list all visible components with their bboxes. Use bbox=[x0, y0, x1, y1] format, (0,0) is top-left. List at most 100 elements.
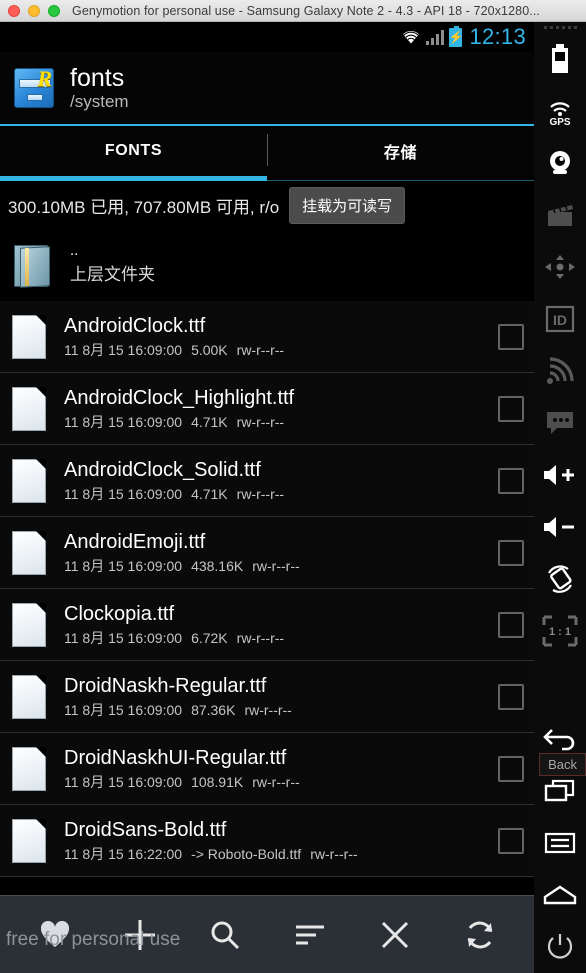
file-permissions: rw-r--r-- bbox=[236, 341, 285, 358]
file-name: DroidNaskhUI-Regular.ttf bbox=[64, 746, 287, 769]
file-date: 11 8月 15 16:09:00 bbox=[64, 341, 183, 358]
parent-directory-label: 上层文件夹 bbox=[70, 265, 155, 284]
close-x-icon[interactable] bbox=[367, 907, 423, 963]
drag-handle-icon[interactable] bbox=[543, 26, 577, 29]
minimize-window-button[interactable] bbox=[28, 4, 40, 17]
tab-indicator-inactive bbox=[267, 176, 534, 181]
wifi-icon bbox=[401, 29, 421, 45]
table-row[interactable]: DroidNaskh-Regular.ttf 11 8月 15 16:09:00… bbox=[0, 661, 534, 733]
device-screen: ⚡ 12:13 R fonts /system FONTS 存储 300.10M… bbox=[0, 22, 534, 973]
storage-info-text: 300.10MB 已用, 707.80MB 可用, r/o bbox=[8, 197, 280, 217]
file-permissions: rw-r--r-- bbox=[252, 773, 300, 790]
tab-indicator-active bbox=[0, 176, 267, 181]
tab-storage[interactable]: 存储 bbox=[267, 126, 534, 176]
window-title: Genymotion for personal use - Samsung Ga… bbox=[72, 3, 540, 18]
file-details: 11 8月 15 16:09:00 87.36K rw-r--r-- bbox=[64, 702, 484, 719]
search-icon[interactable] bbox=[197, 907, 253, 963]
bottom-toolbar bbox=[0, 895, 534, 973]
battery-icon[interactable] bbox=[534, 33, 586, 85]
menu-icon[interactable] bbox=[534, 817, 586, 869]
identifiers-icon[interactable]: ID bbox=[534, 293, 586, 345]
camera-icon[interactable] bbox=[534, 137, 586, 189]
table-row[interactable]: DroidSans-Bold.ttf 11 8月 15 16:22:00 -> R… bbox=[0, 805, 534, 877]
sort-icon[interactable] bbox=[282, 907, 338, 963]
tab-fonts[interactable]: FONTS bbox=[0, 126, 267, 176]
file-date: 11 8月 15 16:09:00 bbox=[64, 701, 183, 718]
home-icon[interactable] bbox=[534, 869, 586, 921]
table-row[interactable]: AndroidClock.ttf 11 8月 15 16:09:00 5.00K r… bbox=[0, 301, 534, 373]
file-permissions: rw-r--r-- bbox=[252, 557, 300, 574]
close-window-button[interactable] bbox=[8, 4, 20, 17]
file-size: 5.00K bbox=[191, 341, 228, 358]
mount-readwrite-button[interactable]: 挂载为可读写 bbox=[289, 186, 406, 224]
file-icon bbox=[10, 457, 50, 505]
network-icon[interactable] bbox=[534, 345, 586, 397]
file-checkbox[interactable] bbox=[498, 683, 524, 710]
file-details: 11 8月 15 16:09:00 4.71K rw-r--r-- bbox=[64, 486, 484, 503]
file-icon bbox=[10, 601, 50, 649]
file-details: 11 8月 15 16:09:00 108.91K rw-r--r-- bbox=[64, 774, 484, 791]
back-tooltip: Back bbox=[539, 753, 586, 776]
table-row[interactable]: DroidNaskhUI-Regular.ttf 11 8月 15 16:09:… bbox=[0, 733, 534, 805]
volume-down-icon[interactable] bbox=[534, 501, 586, 553]
refresh-icon[interactable] bbox=[452, 907, 508, 963]
file-icon bbox=[10, 313, 50, 361]
file-list[interactable]: .. 上层文件夹 AndroidClock.ttf 11 8月 15 16:09… bbox=[0, 229, 534, 877]
file-checkbox[interactable] bbox=[498, 323, 524, 350]
maximize-window-button[interactable] bbox=[48, 4, 60, 17]
page-title: fonts bbox=[70, 64, 125, 92]
file-icon bbox=[10, 673, 50, 721]
table-row[interactable]: AndroidClock_Solid.ttf 11 8月 15 16:09:00… bbox=[0, 445, 534, 517]
file-permissions: rw-r--r-- bbox=[236, 413, 285, 430]
file-name: Clockopia.ttf bbox=[64, 602, 175, 625]
video-capture-icon[interactable] bbox=[534, 189, 586, 241]
table-row[interactable]: AndroidEmoji.ttf 11 8月 15 16:09:00 438.16… bbox=[0, 517, 534, 589]
tab-bar: FONTS 存储 bbox=[0, 126, 534, 176]
dpad-icon[interactable] bbox=[534, 241, 586, 293]
file-size: 4.71K bbox=[191, 485, 228, 502]
tab-indicator-bar bbox=[0, 176, 534, 181]
file-size: 4.71K bbox=[191, 413, 228, 430]
file-size: 6.72K bbox=[191, 629, 228, 646]
file-name: AndroidClock_Highlight.ttf bbox=[64, 386, 295, 409]
file-date: 11 8月 15 16:09:00 bbox=[64, 629, 183, 646]
parent-directory-row[interactable]: .. 上层文件夹 bbox=[0, 229, 534, 301]
table-row[interactable]: Clockopia.ttf 11 8月 15 16:09:00 6.72K rw-r… bbox=[0, 589, 534, 661]
power-icon[interactable] bbox=[534, 921, 586, 973]
file-checkbox[interactable] bbox=[498, 611, 524, 638]
file-date: 11 8月 15 16:09:00 bbox=[64, 485, 183, 502]
current-path: /system bbox=[70, 92, 129, 111]
file-checkbox[interactable] bbox=[498, 755, 524, 782]
add-plus-icon[interactable] bbox=[112, 907, 168, 963]
file-checkbox[interactable] bbox=[498, 539, 524, 566]
file-details: 11 8月 15 16:09:00 6.72K rw-r--r-- bbox=[64, 630, 484, 647]
file-date: 11 8月 15 16:09:00 bbox=[64, 557, 183, 574]
svg-text:ID: ID bbox=[553, 312, 567, 328]
table-row[interactable]: AndroidClock_Highlight.ttf 11 8月 15 16:0… bbox=[0, 373, 534, 445]
file-permissions: rw-r--r-- bbox=[236, 485, 285, 502]
file-details: 11 8月 15 16:22:00 -> Roboto-Bold.ttf rw-r-… bbox=[64, 846, 484, 863]
sms-icon[interactable] bbox=[534, 397, 586, 449]
file-details: 11 8月 15 16:09:00 438.16K rw-r--r-- bbox=[64, 558, 484, 575]
zoom-ratio-icon[interactable]: 1 : 1 bbox=[534, 605, 586, 657]
favorite-heart-icon[interactable] bbox=[27, 907, 83, 963]
back-icon[interactable]: Back bbox=[534, 713, 586, 776]
svg-text:1 : 1: 1 : 1 bbox=[549, 626, 571, 638]
gps-icon[interactable]: GPS bbox=[534, 85, 586, 137]
rotate-icon[interactable] bbox=[534, 553, 586, 605]
file-date: 11 8月 15 16:22:00 bbox=[64, 845, 183, 862]
file-checkbox[interactable] bbox=[498, 827, 524, 854]
file-checkbox[interactable] bbox=[498, 395, 524, 422]
file-size: 438.16K bbox=[191, 557, 244, 574]
volume-up-icon[interactable] bbox=[534, 449, 586, 501]
file-size: 87.36K bbox=[191, 701, 236, 718]
file-name: AndroidClock.ttf bbox=[64, 314, 206, 337]
file-details: 11 8月 15 16:09:00 5.00K rw-r--r-- bbox=[64, 342, 484, 359]
file-checkbox[interactable] bbox=[498, 467, 524, 494]
storage-info-bar: 300.10MB 已用, 707.80MB 可用, r/o 挂载为可读写 bbox=[0, 181, 534, 229]
file-size: 108.91K bbox=[191, 773, 244, 790]
file-symlink-target: -> Roboto-Bold.ttf bbox=[191, 845, 302, 862]
file-icon bbox=[10, 529, 50, 577]
file-date: 11 8月 15 16:09:00 bbox=[64, 413, 183, 430]
genymotion-window: Genymotion for personal use - Samsung Ga… bbox=[0, 0, 586, 973]
